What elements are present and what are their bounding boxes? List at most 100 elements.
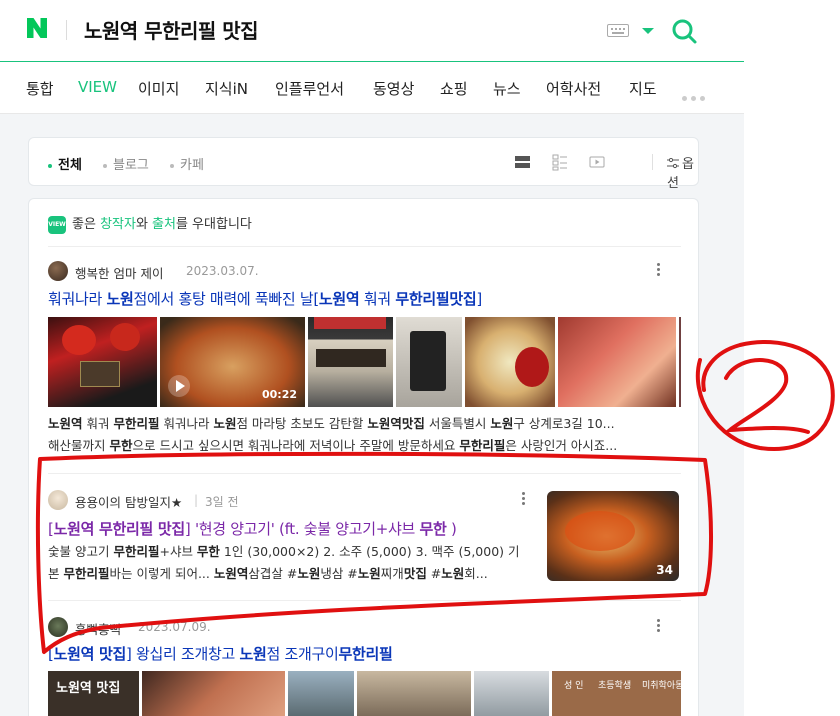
title-highlight: 무한리필 xyxy=(338,645,393,663)
thumbnail-image[interactable] xyxy=(558,317,676,407)
post-author-row: 행복한 엄마 제이 2023.03.07. xyxy=(48,261,681,281)
thumbnail-image[interactable] xyxy=(357,671,471,716)
thumbnail-image[interactable] xyxy=(48,317,157,407)
video-thumbnail[interactable]: 00:22 xyxy=(160,317,305,407)
image-strip[interactable]: 노원역 맛집 성 인 초등학생 미취학아동 xyxy=(48,671,681,716)
image-strip[interactable]: 00:22 xyxy=(48,317,681,407)
thumbnail-image[interactable]: 성 인 초등학생 미취학아동 xyxy=(552,671,681,716)
filter-all[interactable]: 전체 xyxy=(48,154,82,173)
date-separator: | xyxy=(194,493,199,507)
naver-logo-icon[interactable] xyxy=(25,16,49,40)
search-header: 노원역 무한리필 맛집 xyxy=(0,0,744,62)
post-description: 노원역 훠궈 무한리필 훠궈나라 노원점 마라탕 초보도 감탄할 노원역맛집 서… xyxy=(48,413,681,457)
filter-cafe-label: 카페 xyxy=(180,158,204,173)
banner-text-pre: 좋은 xyxy=(72,217,101,232)
title-part: ) xyxy=(446,520,457,538)
divider xyxy=(48,600,681,601)
title-part: 점 조개구이 xyxy=(266,645,339,663)
title-highlight: 노원 xyxy=(106,290,134,308)
thumbnail-caption: 초등학생 xyxy=(598,681,632,691)
more-options-icon[interactable] xyxy=(657,263,661,277)
result-item-3: 흥뻑흥뻑 2023.07.09. [노원역 맛집] 왕십리 조개창고 노원점 조… xyxy=(48,617,681,716)
list-view-icon[interactable] xyxy=(515,153,531,171)
title-highlight: 노원역 맛집 xyxy=(53,645,127,663)
post-title[interactable]: 훠궈나라 노원점에서 홍탕 매력에 푹빠진 날[노원역 훠궈 무한리필맛집] xyxy=(48,288,482,309)
title-highlight: 무한 xyxy=(419,520,447,538)
filter-blog-label: 블로그 xyxy=(113,158,149,173)
thumbnail-image[interactable] xyxy=(679,317,681,407)
results-panel: VIEW 좋은 창작자와 출처를 우대합니다 행복한 엄마 제이 2023.03.… xyxy=(28,198,699,716)
options-divider xyxy=(652,154,653,170)
thumbnail-image[interactable] xyxy=(465,317,555,407)
tab-images[interactable]: 이미지 xyxy=(138,78,179,99)
view-banner: VIEW 좋은 창작자와 출처를 우대합니다 xyxy=(48,213,252,234)
post-description: 숯불 양고기 무한리필+샤브 무한 1인 (30,000×2) 2. 소주 (5… xyxy=(48,541,523,585)
avatar[interactable] xyxy=(48,261,68,281)
thumbnail-view-icon[interactable] xyxy=(552,153,568,171)
banner-creator-link[interactable]: 창작자 xyxy=(100,217,136,232)
play-icon[interactable] xyxy=(168,375,190,397)
title-part: 훠궈나라 xyxy=(48,290,107,308)
video-duration: 00:22 xyxy=(261,388,297,401)
thumbnail-image[interactable] xyxy=(308,317,393,407)
search-query[interactable]: 노원역 무한리필 맛집 xyxy=(84,15,259,44)
avatar[interactable] xyxy=(48,617,68,637)
description-line: 숯불 양고기 무한리필+샤브 무한 1인 (30,000×2) 2. 소주 (5… xyxy=(48,544,520,559)
tab-dictionary[interactable]: 어학사전 xyxy=(546,78,601,99)
post-thumbnail[interactable]: 34 xyxy=(547,491,679,581)
video-view-icon[interactable] xyxy=(589,153,605,171)
banner-text-mid: 와 xyxy=(135,217,153,232)
post-author-row: 흥뻑흥뻑 2023.07.09. xyxy=(48,617,681,637)
divider xyxy=(48,246,681,247)
right-margin xyxy=(744,0,840,716)
options-sliders-icon xyxy=(667,157,679,169)
description-line: 노원역 훠궈 무한리필 훠궈나라 노원점 마라탕 초보도 감탄할 노원역맛집 서… xyxy=(48,416,615,431)
keyboard-icon[interactable] xyxy=(607,24,629,37)
title-highlight: 노원역 무한리필 맛집 xyxy=(53,520,186,538)
post-author[interactable]: 행복한 엄마 제이 xyxy=(75,263,163,282)
post-title[interactable]: [노원역 맛집] 왕십리 조개창고 노원점 조개구이무한리필 xyxy=(48,643,393,664)
header-divider xyxy=(66,20,67,40)
search-icon[interactable] xyxy=(670,17,698,45)
tab-map[interactable]: 지도 xyxy=(629,78,657,99)
tab-knowledge-in[interactable]: 지식iN xyxy=(205,78,248,99)
post-author[interactable]: 용용이의 탐방일지★ xyxy=(75,492,182,511)
title-highlight: 무한리필맛집 xyxy=(395,290,477,308)
post-author[interactable]: 흥뻑흥뻑 xyxy=(75,619,121,638)
tab-shopping[interactable]: 쇼핑 xyxy=(440,78,468,99)
filter-blog[interactable]: 블로그 xyxy=(103,154,149,173)
tab-view[interactable]: VIEW xyxy=(78,78,117,96)
title-part: ] 왕십리 조개창고 xyxy=(126,645,240,663)
thumbnail-caption: 노원역 맛집 xyxy=(56,681,121,696)
thumbnail-caption: 성 인 xyxy=(564,681,584,691)
filter-all-label: 전체 xyxy=(58,158,82,173)
description-line: 해산물까지 무한으로 드시고 싶으시면 훠궈나라에 저녁이나 주말에 방문하세요… xyxy=(48,438,618,453)
title-part: ] '현경 양고기' (ft. 숯불 양고기+샤브 xyxy=(184,520,420,538)
more-options-icon[interactable] xyxy=(522,492,526,506)
avatar[interactable] xyxy=(48,490,68,510)
options-button[interactable]: 옵션 xyxy=(667,153,698,191)
filter-bar: 전체 블로그 카페 옵션 xyxy=(28,137,699,191)
title-part: ] xyxy=(476,290,482,308)
title-part: 훠궈 xyxy=(359,290,396,308)
tab-news[interactable]: 뉴스 xyxy=(493,78,521,99)
more-options-icon[interactable] xyxy=(657,619,661,633)
title-part: 점에서 홍탕 매력에 푹빠진 날[ xyxy=(133,290,319,308)
tab-integrated[interactable]: 통합 xyxy=(26,78,54,99)
more-tabs-icon[interactable] xyxy=(682,86,709,105)
thumbnail-image[interactable] xyxy=(142,671,285,716)
autocomplete-toggle-icon[interactable] xyxy=(642,28,654,34)
title-highlight: 노원 xyxy=(239,645,267,663)
post-date: 2023.07.09. xyxy=(138,620,211,634)
tab-video[interactable]: 동영상 xyxy=(373,78,414,99)
thumbnail-image[interactable] xyxy=(288,671,354,716)
post-date: 3일 전 xyxy=(205,495,239,509)
thumbnail-image[interactable]: 노원역 맛집 xyxy=(48,671,139,716)
thumbnail-image[interactable] xyxy=(396,317,462,407)
title-highlight: 노원역 xyxy=(318,290,360,308)
thumbnail-image[interactable] xyxy=(474,671,549,716)
filter-cafe[interactable]: 카페 xyxy=(170,154,204,173)
banner-source-link[interactable]: 출처 xyxy=(152,217,176,232)
tab-influencer[interactable]: 인플루언서 xyxy=(275,78,344,99)
post-title[interactable]: [노원역 무한리필 맛집] '현경 양고기' (ft. 숯불 양고기+샤브 무한… xyxy=(48,518,457,539)
